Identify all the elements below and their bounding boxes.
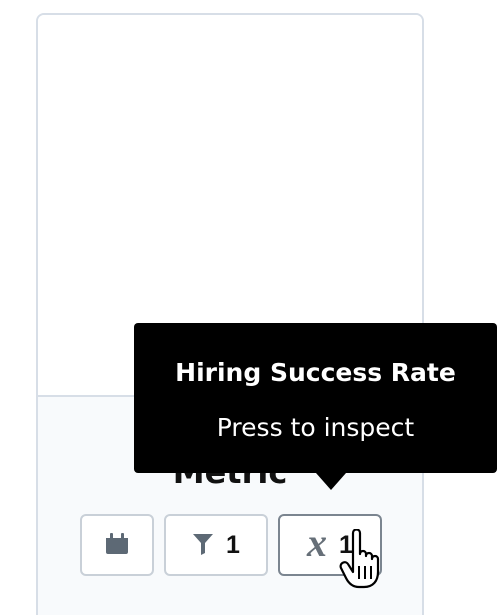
app-canvas: Metric 1 <box>0 0 497 615</box>
tooltip-title: Hiring Success Rate <box>175 358 456 387</box>
filter-button[interactable]: 1 <box>164 514 268 576</box>
filter-icon <box>192 532 214 559</box>
metric-tooltip: Hiring Success Rate Press to inspect <box>134 323 497 490</box>
hand-pointer-icon <box>338 528 386 593</box>
date-filter-button[interactable] <box>80 514 154 576</box>
tooltip-arrow <box>316 473 346 490</box>
variable-icon: x <box>307 520 328 565</box>
filter-count: 1 <box>226 530 240 559</box>
tooltip-subtitle: Press to inspect <box>216 413 415 442</box>
calendar-icon <box>104 532 130 559</box>
metric-card[interactable]: Metric 1 <box>36 13 424 615</box>
